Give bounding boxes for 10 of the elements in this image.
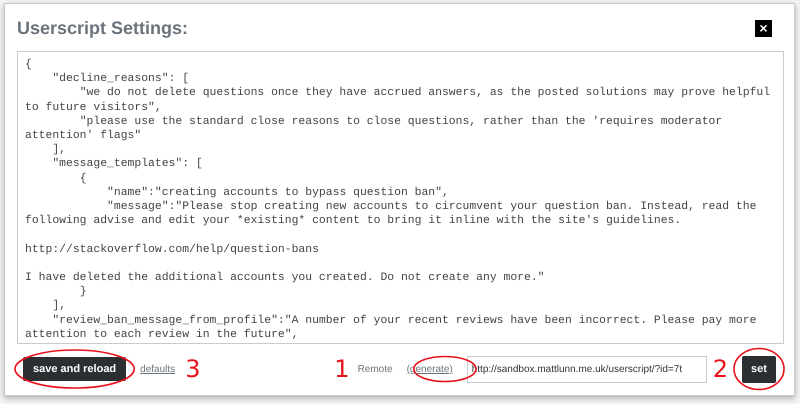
- defaults-link[interactable]: defaults: [140, 364, 176, 374]
- annotation-number: 2: [712, 357, 728, 381]
- settings-editor[interactable]: { "decline_reasons": [ "we do not delete questions once they have accrued answers, as the posted solutions may prove helpful to future visitors", "please use the standard close reasons to close questions, rather than the 'requires moderator attention' flags" ], "message_templates": [ { "name":"creating accounts to bypass question ban", "message":"Please stop creating new accounts to circumvent your question ban. Instead, read the following advise and edit your *existing* content to bring it inline with the site's guidelines. http://stackoverflow.com/help/question-bans I have deleted the additional accounts you created. Do not create any more." } ], "review_ban_message_from_profile":"A number of your recent reviews have been incorrect. Please pay more attention to each review in the future",: [17, 51, 784, 344]
- set-button[interactable]: set: [742, 356, 776, 382]
- dialog-title: Userscript Settings:: [17, 18, 188, 38]
- save-and-reload-button[interactable]: save and reload: [23, 357, 126, 381]
- annotation-number: 3: [185, 357, 200, 381]
- annotation-number: 1: [334, 357, 350, 381]
- close-button[interactable]: ×: [755, 20, 772, 36]
- remote-label: Remote: [358, 364, 393, 374]
